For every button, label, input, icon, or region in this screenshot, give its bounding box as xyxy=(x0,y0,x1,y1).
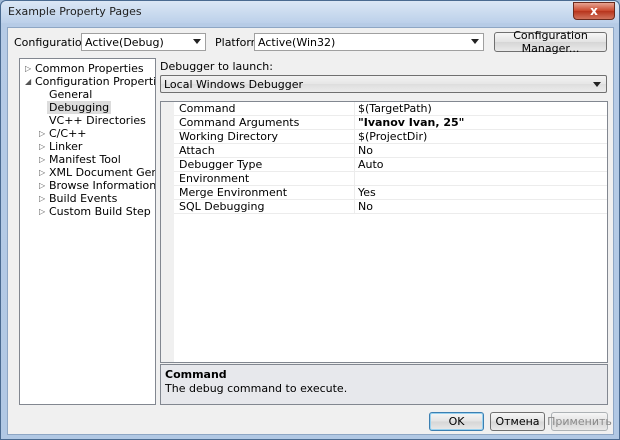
description-title: Command xyxy=(165,368,227,381)
property-grid[interactable]: Command $(TargetPath) Command Arguments … xyxy=(160,101,608,363)
tree-item-label: Custom Build Step xyxy=(49,205,151,218)
property-name: Attach xyxy=(179,144,215,157)
window-title: Example Property Pages xyxy=(8,5,142,18)
platform-select[interactable]: Active(Win32) xyxy=(254,33,484,51)
description-pane: Command The debug command to execute. xyxy=(160,364,608,405)
tree-item-label: General xyxy=(49,88,93,101)
description-text: The debug command to execute. xyxy=(165,382,348,395)
expand-arrow-icon[interactable]: ▷ xyxy=(39,153,47,166)
dialog-client-area: Configuration: Active(Debug) Platform: A… xyxy=(7,27,614,435)
configuration-manager-button[interactable]: Configuration Manager... xyxy=(494,29,607,55)
property-name: Working Directory xyxy=(179,130,279,143)
configuration-select[interactable]: Active(Debug) xyxy=(81,33,206,51)
property-value[interactable]: Auto xyxy=(354,158,607,171)
property-row-debugger-type[interactable]: Debugger Type Auto xyxy=(174,158,607,172)
tree-item-general[interactable]: General xyxy=(49,88,92,101)
platform-value: Active(Win32) xyxy=(258,36,336,49)
property-row-environment[interactable]: Environment xyxy=(174,172,607,186)
ok-button[interactable]: OK xyxy=(429,412,484,431)
tree-item-build-events[interactable]: ▷ Build Events xyxy=(39,192,118,205)
property-row-merge-environment[interactable]: Merge Environment Yes xyxy=(174,186,607,200)
tree-item-c-cpp[interactable]: ▷ C/C++ xyxy=(39,127,87,140)
property-name: Debugger Type xyxy=(179,158,263,171)
chevron-down-icon xyxy=(471,39,479,44)
tree-item-custom-build-step[interactable]: ▷ Custom Build Step xyxy=(39,205,151,218)
property-value[interactable]: $(TargetPath) xyxy=(354,102,607,115)
configuration-value: Active(Debug) xyxy=(85,36,164,49)
property-name: SQL Debugging xyxy=(179,200,265,213)
tree-item-label: Browse Information xyxy=(49,179,156,192)
property-row-working-directory[interactable]: Working Directory $(ProjectDir) xyxy=(174,130,607,144)
tree-item-configuration-properties[interactable]: ◢ Configuration Properties xyxy=(25,75,156,88)
tree-item-xml-document-generator[interactable]: ▷ XML Document Generator xyxy=(39,166,155,179)
collapse-arrow-icon[interactable]: ◢ xyxy=(25,75,33,88)
property-name: Environment xyxy=(179,172,250,185)
expand-arrow-icon[interactable]: ▷ xyxy=(39,205,47,218)
property-value[interactable]: No xyxy=(354,200,607,213)
tree-item-label: VC++ Directories xyxy=(49,114,146,127)
property-value[interactable]: Yes xyxy=(354,186,607,199)
property-value[interactable] xyxy=(354,172,607,185)
property-pages-window: Example Property Pages x Configuration: … xyxy=(0,0,620,440)
chevron-down-icon xyxy=(593,82,601,87)
tree-item-common-properties[interactable]: ▷ Common Properties xyxy=(25,62,144,75)
expand-arrow-icon[interactable]: ▷ xyxy=(39,127,47,140)
tree-item-vc-directories[interactable]: VC++ Directories xyxy=(49,114,146,127)
debugger-to-launch-value: Local Windows Debugger xyxy=(164,78,304,91)
tree-item-linker[interactable]: ▷ Linker xyxy=(39,140,83,153)
property-value[interactable]: $(ProjectDir) xyxy=(354,130,607,143)
tree-item-label: Configuration Properties xyxy=(35,75,156,88)
property-name: Command xyxy=(179,102,236,115)
property-value[interactable]: No xyxy=(354,144,607,157)
close-button[interactable]: x xyxy=(573,2,615,20)
expand-arrow-icon[interactable]: ▷ xyxy=(39,192,47,205)
grid-gutter xyxy=(161,102,174,362)
property-row-sql-debugging[interactable]: SQL Debugging No xyxy=(174,200,607,214)
tree-item-label: Common Properties xyxy=(35,62,144,75)
tree-item-manifest-tool[interactable]: ▷ Manifest Tool xyxy=(39,153,121,166)
tree-item-label: Build Events xyxy=(49,192,118,205)
property-name: Merge Environment xyxy=(179,186,288,199)
chevron-down-icon xyxy=(193,39,201,44)
debugger-to-launch-label: Debugger to launch: xyxy=(160,60,273,73)
property-row-command[interactable]: Command $(TargetPath) xyxy=(174,102,607,116)
expand-arrow-icon[interactable]: ▷ xyxy=(39,179,47,192)
tree-item-debugging[interactable]: Debugging xyxy=(47,101,112,114)
property-value[interactable]: "Ivanov Ivan, 25" xyxy=(354,116,607,129)
expand-arrow-icon[interactable]: ▷ xyxy=(25,62,33,75)
expand-arrow-icon[interactable]: ▷ xyxy=(39,140,47,153)
property-row-command-arguments[interactable]: Command Arguments "Ivanov Ivan, 25" xyxy=(174,116,607,130)
tree-item-label: XML Document Generator xyxy=(49,166,155,179)
property-name: Command Arguments xyxy=(179,116,300,129)
expand-arrow-icon[interactable]: ▷ xyxy=(39,166,47,179)
tree-item-label: Debugging xyxy=(47,101,112,114)
apply-button[interactable]: Применить xyxy=(547,412,612,431)
property-tree[interactable]: ▷ Common Properties ◢ Configuration Prop… xyxy=(19,58,156,405)
debugger-to-launch-select[interactable]: Local Windows Debugger xyxy=(160,75,607,93)
tree-item-label: C/C++ xyxy=(49,127,87,140)
cancel-button[interactable]: Отмена xyxy=(490,412,545,431)
tree-item-browse-information[interactable]: ▷ Browse Information xyxy=(39,179,156,192)
title-bar[interactable]: Example Property Pages x xyxy=(1,1,619,23)
property-row-attach[interactable]: Attach No xyxy=(174,144,607,158)
tree-item-label: Linker xyxy=(49,140,83,153)
close-icon: x xyxy=(590,4,598,18)
tree-item-label: Manifest Tool xyxy=(49,153,121,166)
